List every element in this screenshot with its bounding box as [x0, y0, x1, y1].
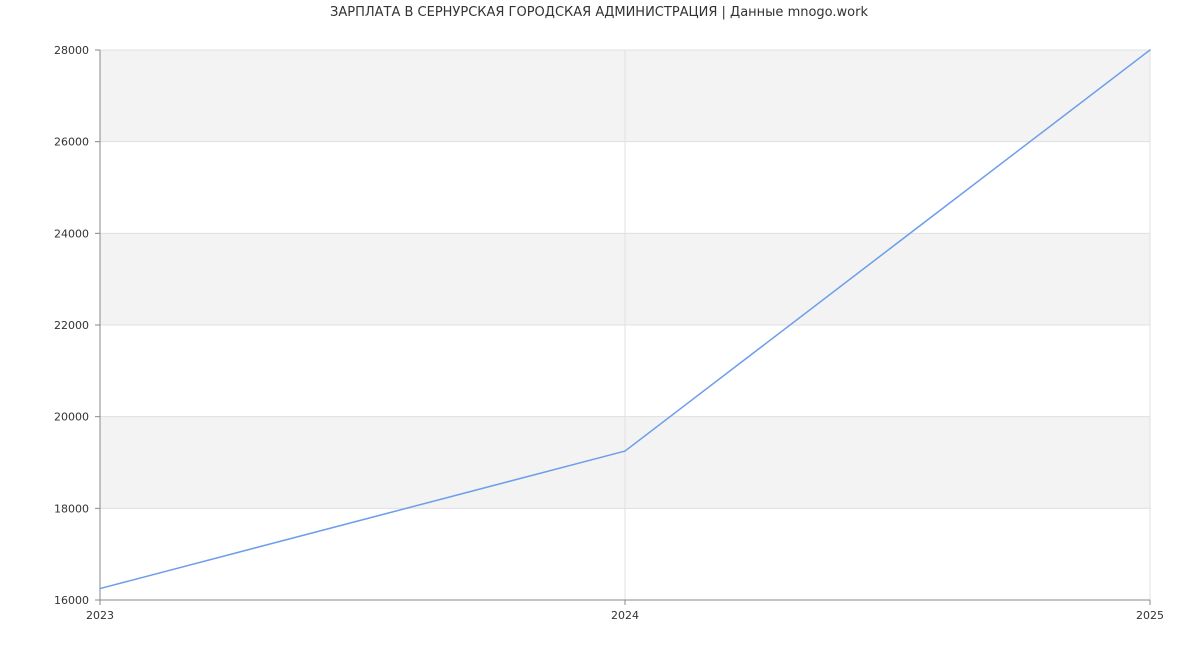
data-point [99, 587, 101, 590]
y-tick-label: 22000 [54, 319, 89, 332]
x-tick-labels: 2023 2024 2025 [86, 609, 1164, 622]
y-tick-labels: 16000 18000 20000 22000 24000 26000 28000 [54, 44, 89, 607]
y-tick-label: 28000 [54, 44, 89, 57]
y-tick-label: 20000 [54, 411, 89, 424]
x-tick-label: 2025 [1136, 609, 1164, 622]
line-chart: ЗАРПЛАТА В СЕРНУРСКАЯ ГОРОДСКАЯ АДМИНИСТ… [54, 5, 1164, 622]
y-tick-label: 24000 [54, 227, 89, 240]
x-tick-label: 2024 [611, 609, 639, 622]
y-tick-label: 16000 [54, 594, 89, 607]
data-point [624, 450, 626, 452]
chart-root: ЗАРПЛАТА В СЕРНУРСКАЯ ГОРОДСКАЯ АДМИНИСТ… [0, 0, 1200, 650]
x-tick-label: 2023 [86, 609, 114, 622]
y-tick-label: 26000 [54, 136, 89, 149]
data-point [1149, 49, 1151, 51]
chart-title: ЗАРПЛАТА В СЕРНУРСКАЯ ГОРОДСКАЯ АДМИНИСТ… [330, 5, 868, 20]
y-tick-label: 18000 [54, 502, 89, 515]
